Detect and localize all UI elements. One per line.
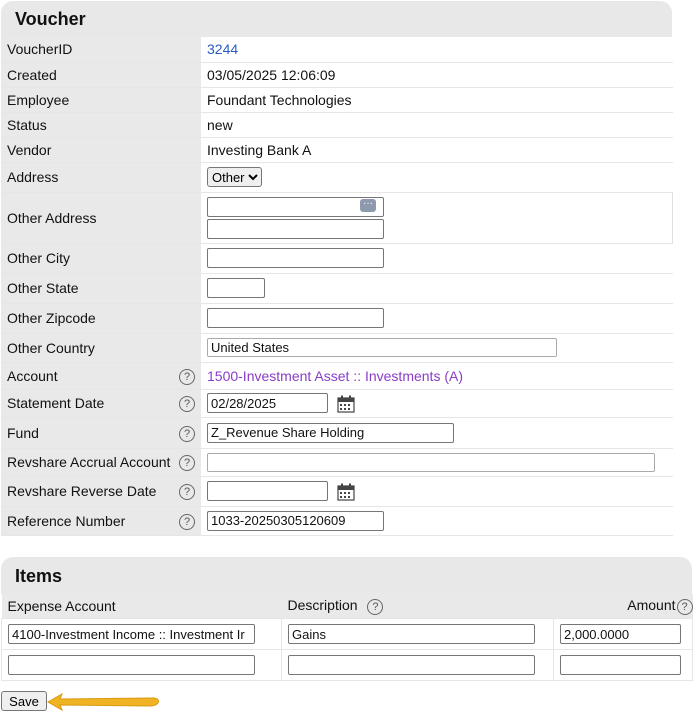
- expense-account-input[interactable]: [8, 624, 255, 644]
- address-label: Address: [1, 162, 201, 193]
- status-value: new: [201, 112, 673, 138]
- reference-number-input[interactable]: [207, 510, 384, 531]
- voucher-id-link[interactable]: 3244: [207, 41, 238, 57]
- revshare-reverse-date-label: Revshare Reverse Date: [1, 476, 179, 507]
- amount-input[interactable]: [560, 624, 681, 644]
- amount-input[interactable]: [560, 655, 681, 675]
- created-label: Created: [1, 62, 201, 88]
- amount-help-icon[interactable]: ?: [676, 599, 693, 615]
- calendar-icon[interactable]: [337, 483, 355, 501]
- vendor-label: Vendor: [1, 137, 201, 163]
- revshare-accrual-input[interactable]: [207, 452, 655, 472]
- other-country-label: Other Country: [1, 333, 201, 363]
- fund-label: Fund: [1, 417, 179, 449]
- items-title: Items: [15, 566, 63, 586]
- statement-date-input[interactable]: [207, 393, 328, 413]
- more-options-icon[interactable]: ···: [360, 198, 376, 212]
- calendar-icon[interactable]: [337, 395, 355, 413]
- voucher-form: VoucherID 3244 Created 03/05/2025 12:06:…: [1, 37, 673, 536]
- account-link[interactable]: 1500-Investment Asset :: Investments (A): [207, 368, 463, 384]
- description-input[interactable]: [288, 624, 535, 644]
- employee-value: Foundant Technologies: [201, 87, 673, 113]
- account-label: Account: [1, 362, 179, 390]
- revshare-reverse-date-input[interactable]: [207, 481, 328, 501]
- statement-date-label: Statement Date: [1, 389, 179, 418]
- reference-number-label: Reference Number: [1, 506, 179, 536]
- other-city-label: Other City: [1, 243, 201, 274]
- items-table: Expense Account Description ? Amount?: [1, 594, 693, 681]
- table-row: [1, 649, 693, 681]
- expense-account-header: Expense Account: [1, 594, 282, 619]
- reference-number-help-icon[interactable]: ?: [179, 513, 195, 530]
- revshare-accrual-label: Revshare Accrual Account: [1, 448, 179, 477]
- statement-date-help-icon[interactable]: ?: [179, 396, 195, 412]
- revshare-reverse-date-help-icon[interactable]: ?: [179, 484, 195, 500]
- other-address-line1-input[interactable]: [207, 196, 384, 217]
- other-address-line2-input[interactable]: [207, 218, 384, 239]
- address-select[interactable]: Other: [207, 167, 262, 187]
- table-row: [1, 618, 693, 650]
- fund-help-icon[interactable]: ?: [179, 425, 195, 442]
- other-state-label: Other State: [1, 273, 201, 304]
- employee-label: Employee: [1, 87, 201, 113]
- fund-input[interactable]: [207, 422, 454, 443]
- vendor-value: Investing Bank A: [201, 137, 673, 163]
- expense-account-input[interactable]: [8, 655, 255, 675]
- revshare-accrual-help-icon[interactable]: ?: [179, 455, 195, 471]
- items-panel-header: Items: [1, 557, 692, 594]
- save-button[interactable]: Save: [1, 691, 47, 711]
- status-label: Status: [1, 112, 201, 138]
- created-value: 03/05/2025 12:06:09: [201, 62, 673, 88]
- description-help-icon[interactable]: ?: [367, 599, 384, 615]
- voucher-panel-header: Voucher: [1, 1, 672, 37]
- other-zipcode-label: Other Zipcode: [1, 303, 201, 334]
- other-country-input[interactable]: [207, 338, 557, 357]
- other-address-label: Other Address: [1, 192, 201, 244]
- voucher-title: Voucher: [15, 9, 86, 29]
- other-zipcode-input[interactable]: [207, 308, 384, 328]
- account-help-icon[interactable]: ?: [179, 368, 195, 385]
- other-state-input[interactable]: [207, 278, 265, 298]
- description-input[interactable]: [288, 655, 535, 675]
- pointer-arrow-icon: [46, 693, 159, 711]
- description-header: Description: [287, 597, 358, 613]
- amount-header: Amount: [627, 597, 676, 613]
- other-city-input[interactable]: [207, 248, 384, 268]
- voucher-id-label: VoucherID: [1, 37, 201, 63]
